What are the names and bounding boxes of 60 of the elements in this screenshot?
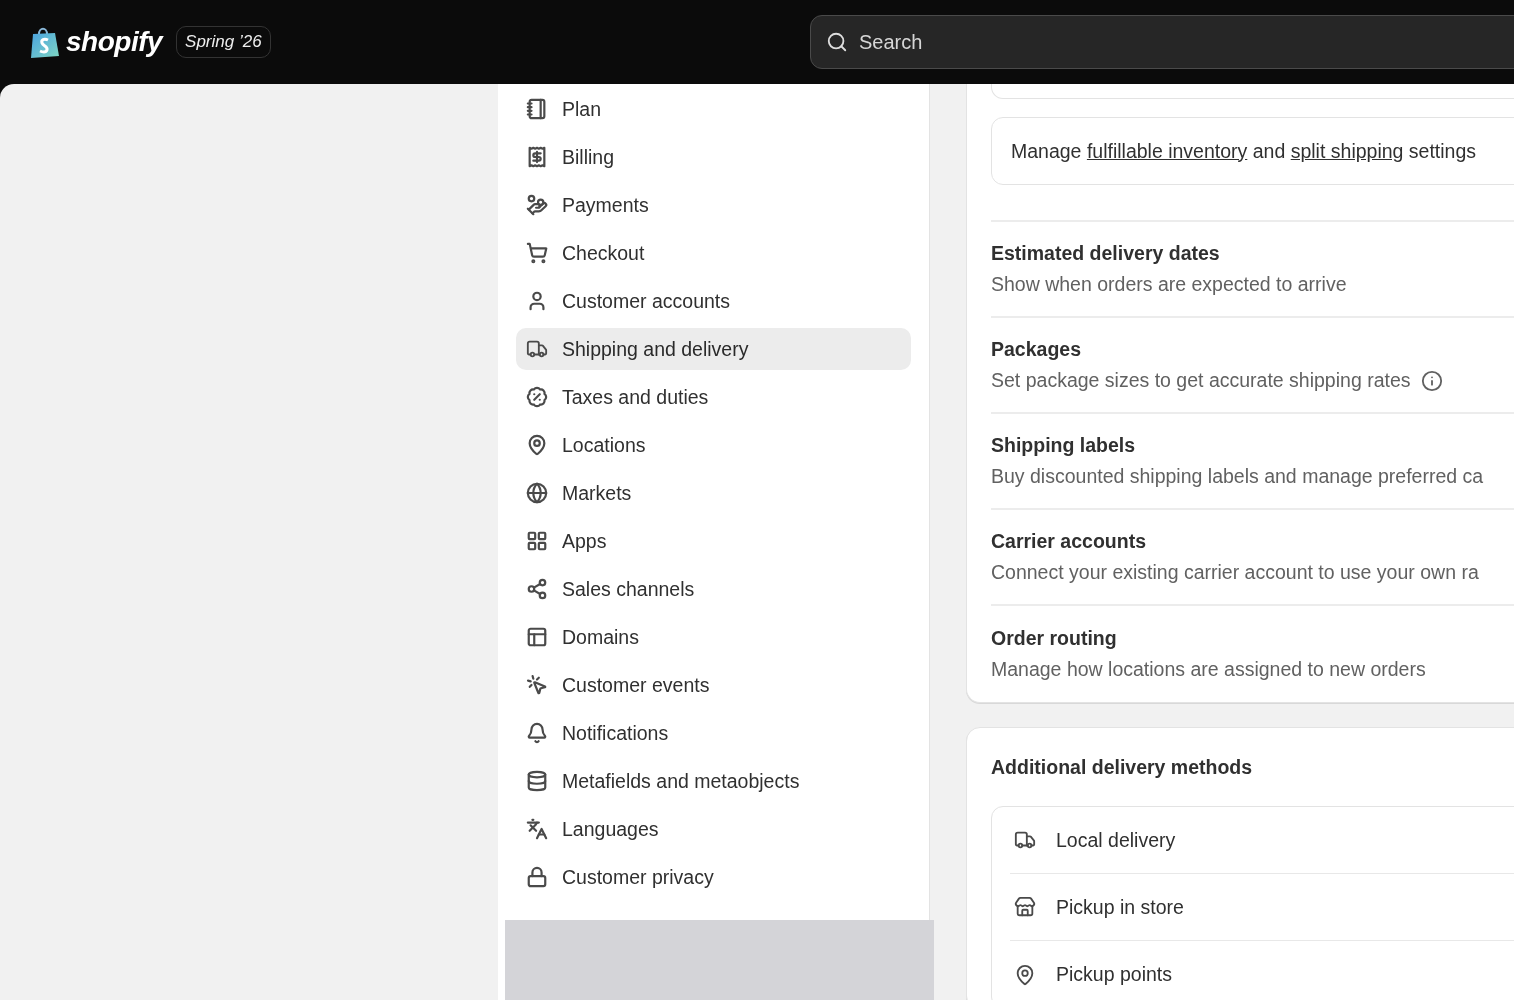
receipt-icon <box>526 146 548 168</box>
setting-description: Show when orders are expected to arrive <box>991 273 1347 296</box>
setting-title[interactable]: Estimated delivery dates <box>991 242 1514 265</box>
setting-description: Set package sizes to get accurate shipping rates <box>991 369 1411 392</box>
sidebar-item[interactable]: Languages <box>516 808 911 850</box>
shopping-bag-icon <box>30 25 60 59</box>
card-title: Additional delivery methods <box>991 755 1254 779</box>
sidebar-item[interactable]: Sales channels <box>516 568 911 610</box>
sidebar-item[interactable]: Customer privacy <box>516 856 911 898</box>
grid-icon <box>526 530 548 552</box>
search-icon <box>826 31 848 53</box>
search-field[interactable]: Search <box>810 15 1514 69</box>
delivery-method[interactable]: Pickup in store <box>1010 874 1514 941</box>
settings-link[interactable]: split shipping <box>1290 139 1404 162</box>
inventory-note: Manage fulfillable inventory and split shipping settings <box>1011 139 1477 163</box>
setting-title[interactable]: Order routing <box>991 627 1514 650</box>
sidebar-item[interactable]: Billing <box>516 136 911 178</box>
settings-link[interactable]: fulfillable inventory <box>1086 139 1248 162</box>
pin-icon <box>526 434 548 456</box>
sidebar-item[interactable]: Customer events <box>516 664 911 706</box>
sidebar-item[interactable]: Shipping and delivery <box>516 328 911 370</box>
database-icon <box>526 770 548 792</box>
shopify-logo[interactable]: shopify <box>66 26 163 58</box>
notebook-icon <box>526 98 548 120</box>
globe-icon <box>526 482 548 504</box>
setting-description: Manage how locations are assigned to new orders <box>991 658 1426 681</box>
truck-icon <box>526 338 548 360</box>
sidebar-item[interactable]: Locations <box>516 424 911 466</box>
setting-description: Buy discounted shipping labels and manage preferred ca <box>991 465 1484 488</box>
nodes-icon <box>526 578 548 600</box>
version-badge: Spring ’26 <box>176 26 271 58</box>
window-icon <box>526 626 548 648</box>
delivery-method[interactable]: Local delivery <box>1010 807 1514 874</box>
setting-description: Connect your existing carrier account to use your own ra <box>991 561 1479 584</box>
sidebar-item[interactable]: Metafields and metaobjects <box>516 760 911 802</box>
sidebar-item[interactable]: Notifications <box>516 712 911 754</box>
sidebar-item[interactable]: Taxes and duties <box>516 376 911 418</box>
setting-title[interactable]: Carrier accounts <box>991 530 1514 553</box>
sidebar-item[interactable]: Markets <box>516 472 911 514</box>
pin-icon <box>1014 963 1036 986</box>
sidebar-item[interactable]: Apps <box>516 520 911 562</box>
cart-icon <box>526 242 548 264</box>
sidebar-item[interactable]: Domains <box>516 616 911 658</box>
bell-icon <box>526 722 548 744</box>
truck-icon <box>1014 829 1036 851</box>
setting-title[interactable]: Packages <box>991 338 1514 361</box>
pointer-click-icon <box>526 674 548 696</box>
sidebar-item[interactable]: Payments <box>516 184 911 226</box>
lock-icon <box>526 866 548 888</box>
info-icon[interactable] <box>1420 369 1443 392</box>
hand-coins-icon <box>526 194 548 216</box>
sidebar-item[interactable]: Plan <box>516 88 911 130</box>
translate-icon <box>526 818 548 840</box>
percent-icon <box>526 386 548 408</box>
setting-title[interactable]: Shipping labels <box>991 434 1514 457</box>
sidebar-item[interactable]: Customer accounts <box>516 280 911 322</box>
store-icon <box>1014 896 1036 918</box>
sidebar-item[interactable]: Checkout <box>516 232 911 274</box>
person-icon <box>526 290 548 312</box>
delivery-method[interactable]: Pickup points <box>1010 941 1514 1000</box>
